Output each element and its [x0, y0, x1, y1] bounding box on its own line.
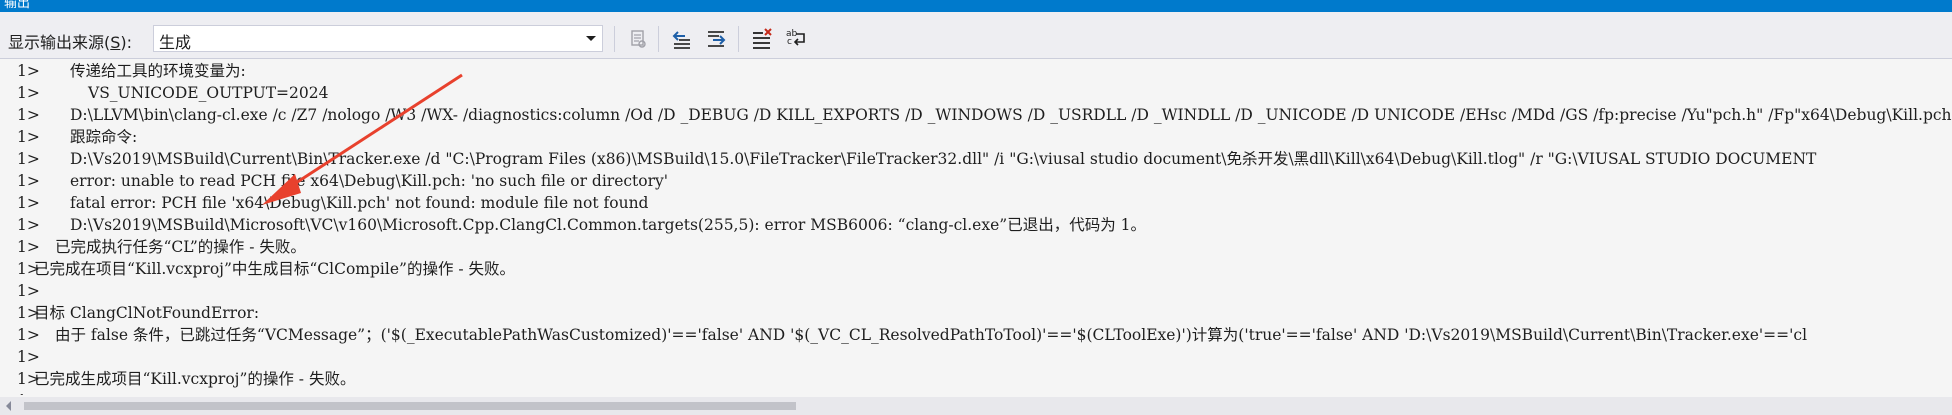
- project-prefix: 1>: [17, 172, 40, 190]
- svg-text:c: c: [787, 37, 792, 47]
- output-line: 1> 由于 false 条件，已跳过任务“VCMessage”；('$(_Exec…: [0, 324, 1952, 346]
- chevron-down-icon[interactable]: [586, 36, 596, 41]
- output-titlebar: 输出: [0, 0, 1952, 12]
- toolbar-separator: [614, 26, 615, 52]
- word-wrap-button[interactable]: ab c: [782, 25, 810, 53]
- output-window: 输出 显示输出来源(S): 生成 ab c 1> 传递给工具的环境变量为: 1>…: [0, 0, 1952, 415]
- output-line-text: 传递给工具的环境变量为:: [70, 62, 246, 80]
- output-source-dropdown[interactable]: 生成: [153, 25, 603, 52]
- output-line: 1> 传递给工具的环境变量为:: [0, 60, 1952, 82]
- output-line: 1> 已完成在项目“Kill.vcxproj”中生成目标“ClCompile”的操…: [0, 258, 1952, 280]
- project-prefix: 1>: [17, 84, 40, 102]
- output-line-text: D:\Vs2019\MSBuild\Microsoft\VC\v160\Micr…: [70, 216, 1146, 234]
- prev-message-icon: [672, 31, 690, 49]
- project-prefix: 1>: [17, 282, 40, 300]
- scrollbar-thumb[interactable]: [24, 402, 796, 410]
- output-line-text: 目标 ClangClNotFoundError:: [34, 304, 260, 322]
- find-message-icon: [631, 30, 646, 48]
- project-prefix: 1>: [17, 216, 40, 234]
- output-line-text: D:\Vs2019\MSBuild\Current\Bin\Tracker.ex…: [70, 150, 1817, 168]
- output-line: 1> 已完成生成项目“Kill.vcxproj”的操作 - 失败。: [0, 368, 1952, 390]
- output-line-text: 跟踪命令:: [70, 128, 138, 146]
- clear-all-icon: [753, 28, 772, 49]
- source-label-pre: 显示输出来源(: [8, 33, 111, 52]
- output-line: 1> 目标 ClangClNotFoundError:: [0, 302, 1952, 324]
- project-prefix: 1>: [17, 106, 40, 124]
- output-line: 1> 已完成执行任务“CL”的操作 - 失败。: [0, 236, 1952, 258]
- project-prefix: 1>: [17, 62, 40, 80]
- horizontal-scrollbar[interactable]: [0, 397, 1952, 415]
- output-line: 1> 跟踪命令:: [0, 126, 1952, 148]
- output-line: 1> fatal error: PCH file 'x64\Debug\Kill.…: [0, 192, 1952, 214]
- output-line-text: 已完成在项目“Kill.vcxproj”中生成目标“ClCompile”的操作 …: [34, 260, 516, 278]
- output-line: 1> D:\LLVM\bin\clang-cl.exe /c /Z7 /nolog…: [0, 104, 1952, 126]
- output-line-text: 由于 false 条件，已跳过任务“VCMessage”；('$(_Execut…: [55, 326, 1808, 344]
- output-line: 1>: [0, 390, 1952, 395]
- output-line-text: fatal error: PCH file 'x64\Debug\Kill.pc…: [70, 194, 649, 212]
- project-prefix: 1>: [17, 238, 40, 256]
- toolbar-separator: [738, 26, 739, 52]
- next-message-icon: [708, 31, 726, 47]
- output-line: 1> VS_UNICODE_OUTPUT=2024: [0, 82, 1952, 104]
- output-line-text: 已完成执行任务“CL”的操作 - 失败。: [55, 238, 306, 256]
- output-text-area[interactable]: 1> 传递给工具的环境变量为: 1> VS_UNICODE_OUTPUT=2024 1>…: [0, 59, 1952, 395]
- project-prefix: 1>: [17, 326, 40, 344]
- output-line-text: error: unable to read PCH file x64\Debug…: [70, 172, 669, 190]
- source-label-accesskey: S: [110, 33, 121, 52]
- project-prefix: 1>: [17, 390, 40, 395]
- clear-all-button[interactable]: [748, 25, 776, 53]
- prev-message-button[interactable]: [668, 25, 696, 53]
- project-prefix: 1>: [17, 348, 40, 366]
- project-prefix: 1>: [17, 128, 40, 146]
- output-line-text: D:\LLVM\bin\clang-cl.exe /c /Z7 /nologo …: [70, 106, 1952, 124]
- next-message-button[interactable]: [702, 25, 730, 53]
- project-prefix: 1>: [17, 150, 40, 168]
- output-line: 1> error: unable to read PCH file x64\Deb…: [0, 170, 1952, 192]
- project-prefix: 1>: [17, 194, 40, 212]
- output-line-text: VS_UNICODE_OUTPUT=2024: [88, 84, 329, 102]
- scroll-left-icon[interactable]: [6, 401, 11, 411]
- toolbar-separator: [658, 26, 659, 52]
- source-label-post: ):: [120, 33, 133, 52]
- window-title: 输出: [4, 0, 31, 11]
- output-line: 1> D:\Vs2019\MSBuild\Current\Bin\Tracker.…: [0, 148, 1952, 170]
- word-wrap-icon: ab c: [786, 29, 805, 47]
- source-label: 显示输出来源(S):: [8, 29, 132, 53]
- output-toolbar: 显示输出来源(S): 生成 ab c: [0, 12, 1952, 59]
- output-line: 1>: [0, 280, 1952, 302]
- find-message-button[interactable]: [624, 25, 652, 53]
- output-line: 1>: [0, 346, 1952, 368]
- output-line: 1> D:\Vs2019\MSBuild\Microsoft\VC\v160\Mi…: [0, 214, 1952, 236]
- output-source-value: 生成: [159, 33, 192, 52]
- output-line-text: 已完成生成项目“Kill.vcxproj”的操作 - 失败。: [34, 370, 356, 388]
